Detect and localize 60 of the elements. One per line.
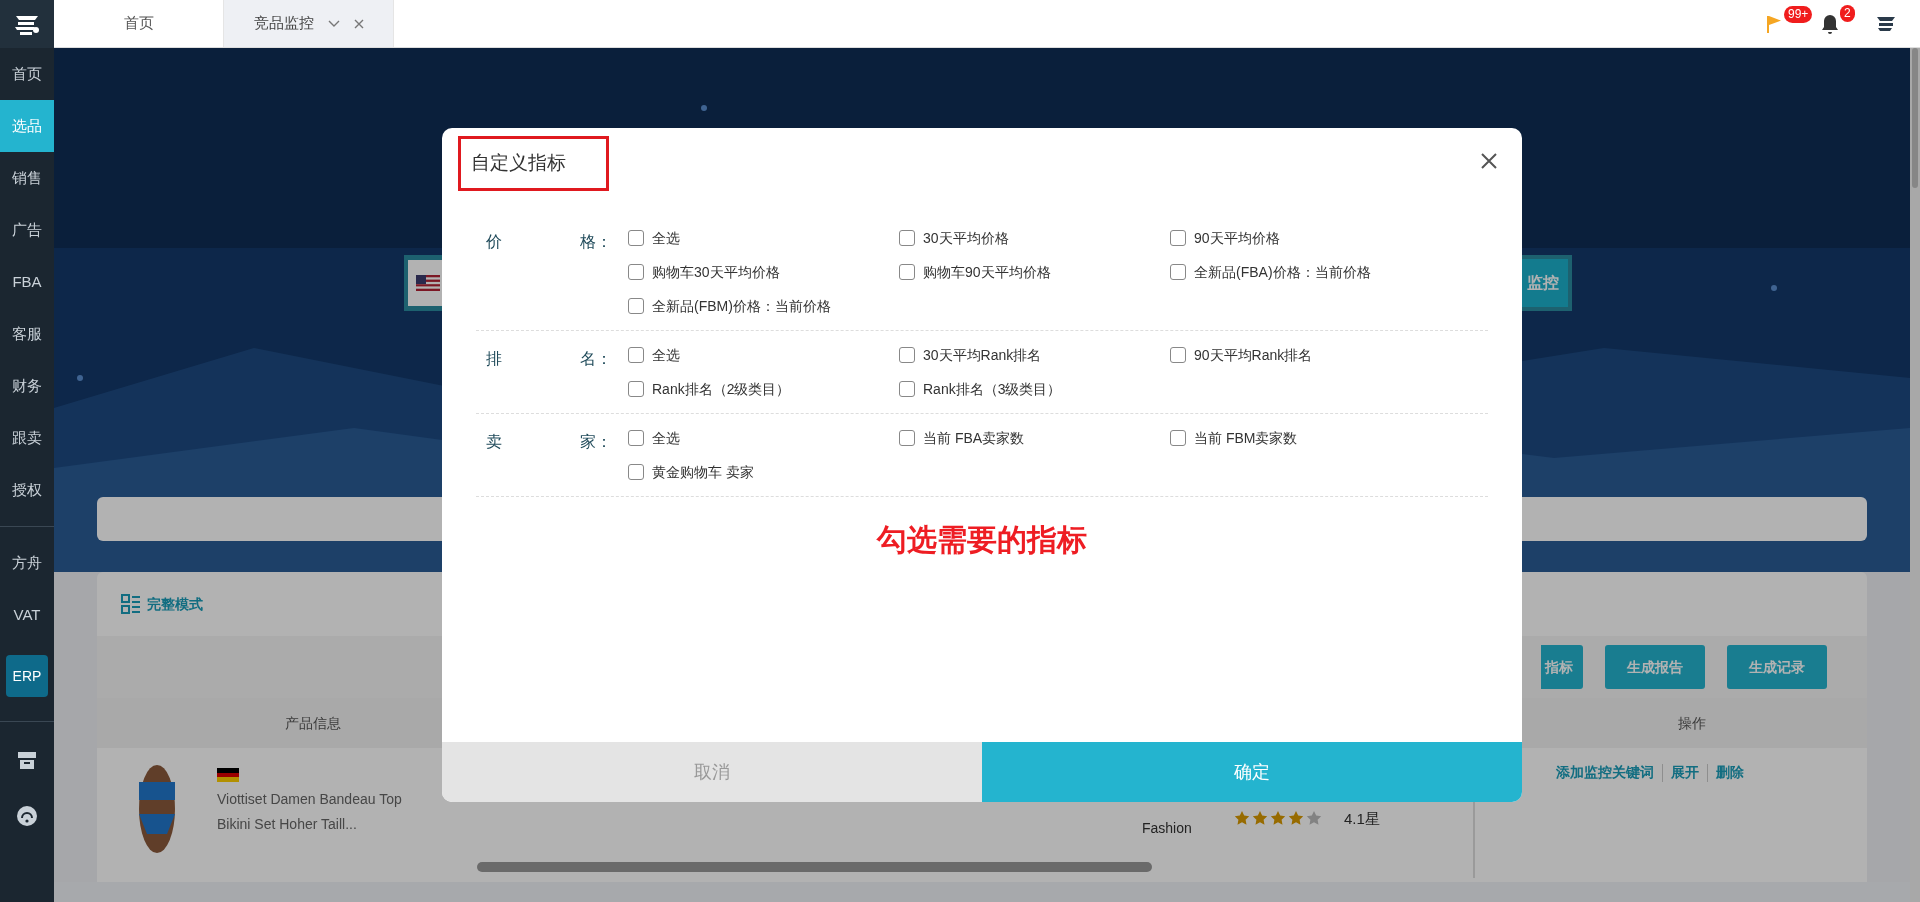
nav-item[interactable]: 财务 — [0, 360, 54, 412]
support-icon[interactable] — [16, 805, 38, 827]
checkbox-option[interactable]: Rank排名（2级类目） — [628, 377, 899, 401]
nav-item[interactable]: FBA — [0, 256, 54, 308]
bell-icon[interactable] — [1820, 12, 1840, 35]
star-icon — [1252, 810, 1268, 826]
checkbox-option[interactable]: Rank排名（3级类目） — [899, 377, 1170, 401]
dialog-title: 自定义指标 — [458, 136, 609, 191]
section-label: 家： — [580, 432, 612, 452]
flag-icon — [217, 768, 239, 783]
checkbox-option[interactable]: 30天平均Rank排名 — [899, 343, 1170, 367]
tab[interactable]: 竞品监控 — [224, 0, 394, 47]
checkbox-option[interactable]: 当前 FBM卖家数 — [1170, 426, 1441, 450]
product-title[interactable]: Bikini Set Hoher Taill... — [217, 812, 402, 837]
close-icon[interactable] — [1480, 151, 1498, 170]
close-icon[interactable] — [353, 19, 364, 30]
flag-icon — [416, 275, 440, 291]
star-icon — [1288, 810, 1304, 826]
checkbox-option[interactable]: 黄金购物车 卖家 — [628, 460, 899, 484]
section-label: 格： — [580, 232, 612, 252]
grid-icon — [121, 594, 141, 614]
nav-item[interactable]: 方舟 — [0, 537, 54, 589]
checkbox-option[interactable]: 全选 — [628, 426, 899, 450]
scrollbar-thumb[interactable] — [477, 862, 1152, 872]
category-cell-text: Fashion — [1142, 819, 1192, 838]
star-icon — [1234, 810, 1250, 826]
checkbox-option[interactable]: 全新品(FBM)价格：当前价格 — [628, 294, 899, 318]
caret-icon[interactable] — [327, 20, 340, 29]
erp-button[interactable]: ERP — [6, 655, 48, 697]
checkbox-option[interactable]: 当前 FBA卖家数 — [899, 426, 1170, 450]
notification-badge: 99+ — [1784, 5, 1813, 23]
checkbox-option[interactable]: 全选 — [628, 343, 899, 367]
section-label: 排 — [486, 349, 502, 369]
checkbox-option[interactable]: 购物车90天平均价格 — [899, 260, 1170, 284]
column-header: 操作 — [1676, 713, 1707, 733]
notification-badge: 2 — [1840, 4, 1855, 22]
checkbox-option[interactable]: 全新品(FBA)价格：当前价格 — [1170, 260, 1441, 284]
scrollbar-thumb[interactable] — [1912, 48, 1918, 188]
checkbox-option[interactable]: 90天平均Rank排名 — [1170, 343, 1441, 367]
star-icon — [1270, 810, 1286, 826]
store-icon[interactable] — [16, 749, 38, 771]
section-label: 名： — [580, 349, 612, 369]
nav-item[interactable]: 授权 — [0, 464, 54, 516]
nav-item[interactable]: 广告 — [0, 204, 54, 256]
checkbox-option[interactable]: 30天平均价格 — [899, 226, 1170, 250]
section-label: 卖 — [486, 432, 502, 452]
nav-item[interactable]: 跟卖 — [0, 412, 54, 464]
nav-item[interactable]: 客服 — [0, 308, 54, 360]
nav-item[interactable]: 销售 — [0, 152, 54, 204]
checkbox-option[interactable]: 购物车30天平均价格 — [628, 260, 899, 284]
section-label: 价 — [486, 232, 502, 252]
column-header: 产品信息 — [284, 713, 342, 733]
rating-text: 4.1星 — [1344, 809, 1380, 829]
nav-item[interactable]: VAT — [0, 589, 54, 641]
checkbox-option[interactable]: 90天平均价格 — [1170, 226, 1441, 250]
nav-item[interactable]: 首页 — [0, 48, 54, 100]
checkbox-option[interactable]: 全选 — [628, 226, 899, 250]
star-icon — [1306, 810, 1322, 826]
product-title[interactable]: Viottiset Damen Bandeau Top — [217, 787, 402, 812]
annotation-text: 勾选需要的指标 — [875, 522, 1088, 558]
